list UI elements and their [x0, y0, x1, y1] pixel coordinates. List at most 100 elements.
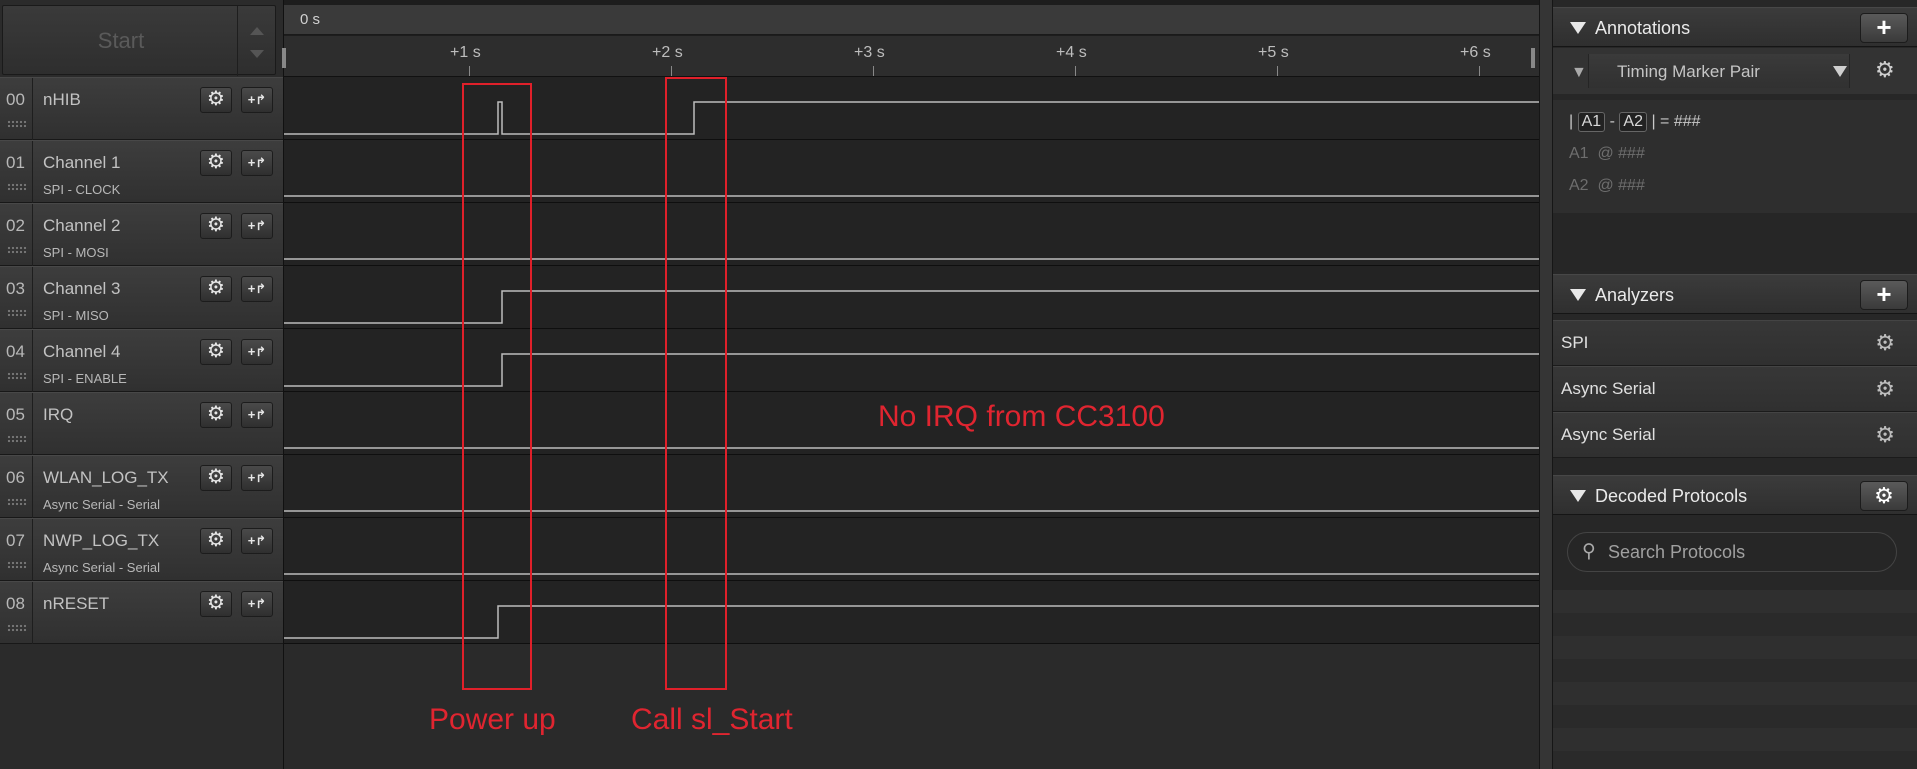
channel-settings-button[interactable]: ⚙ — [200, 339, 232, 365]
call-start-label: Call sl_Start — [631, 703, 793, 736]
analyzers-header[interactable]: Analyzers + — [1553, 274, 1917, 314]
channel-settings-button[interactable]: ⚙ — [200, 87, 232, 113]
trigger-edge-button[interactable]: +↱ — [241, 528, 273, 554]
channel-number[interactable]: 06 — [0, 456, 33, 518]
dropdown-arrow-icon[interactable] — [1833, 66, 1847, 77]
drag-handle-icon[interactable] — [7, 561, 27, 569]
channel-number[interactable]: 07 — [0, 519, 33, 581]
channel-name[interactable]: Channel 1 — [43, 153, 121, 173]
channel-analyzer-label: SPI - MISO — [43, 308, 109, 323]
collapse-triangle-icon[interactable] — [1570, 289, 1586, 301]
annotations-header[interactable]: Annotations + — [1553, 7, 1917, 47]
channel-settings-button[interactable]: ⚙ — [200, 276, 232, 302]
marker-type-value: Timing Marker Pair — [1617, 62, 1760, 81]
trigger-edge-button[interactable]: +↱ — [241, 339, 273, 365]
channel-row[interactable]: 05 IRQ ⚙ +↱ — [0, 392, 288, 455]
channel-settings-button[interactable]: ⚙ — [200, 402, 232, 428]
channel-row[interactable]: 01 Channel 1 SPI - CLOCK ⚙ +↱ — [0, 140, 288, 203]
trigger-edge-button[interactable]: +↱ — [241, 87, 273, 113]
analyzer-item[interactable]: Async Serial ⚙ — [1553, 366, 1917, 412]
collapse-triangle-icon[interactable] — [1570, 22, 1586, 34]
trigger-edge-icon: +↱ — [247, 344, 267, 359]
channel-number[interactable]: 01 — [0, 141, 33, 203]
decoded-protocols-settings-button[interactable]: ⚙ — [1860, 481, 1908, 511]
gear-icon: ⚙ — [207, 403, 225, 425]
gear-icon[interactable]: ⚙ — [1875, 57, 1895, 83]
channel-row[interactable]: 07 NWP_LOG_TX Async Serial - Serial ⚙ +↱ — [0, 518, 288, 581]
gear-icon[interactable]: ⚙ — [1875, 330, 1895, 356]
channel-name[interactable]: nHIB — [43, 90, 81, 110]
channel-analyzer-label: SPI - MOSI — [43, 245, 109, 260]
channel-number[interactable]: 04 — [0, 330, 33, 392]
decoded-protocols-title: Decoded Protocols — [1595, 486, 1748, 506]
add-annotation-button[interactable]: + — [1860, 13, 1908, 43]
channel-row[interactable]: 03 Channel 3 SPI - MISO ⚙ +↱ — [0, 266, 288, 329]
marker-type-select[interactable]: Timing Marker Pair — [1588, 54, 1850, 88]
start-button[interactable]: Start — [3, 6, 239, 76]
analyzer-item[interactable]: SPI ⚙ — [1553, 320, 1917, 366]
chevron-down-icon[interactable] — [250, 50, 264, 58]
search-input[interactable] — [1608, 540, 1888, 564]
a2-chip[interactable]: A2 — [1619, 112, 1647, 132]
drag-handle-icon[interactable] — [7, 246, 27, 254]
analyzer-item[interactable]: Async Serial ⚙ — [1553, 412, 1917, 458]
channel-name[interactable]: WLAN_LOG_TX — [43, 468, 169, 488]
channel-settings-button[interactable]: ⚙ — [200, 213, 232, 239]
plus-icon: + — [1876, 12, 1892, 42]
channel-number[interactable]: 08 — [0, 582, 33, 644]
drag-handle-icon[interactable] — [7, 183, 27, 191]
channel-number-label: 00 — [6, 90, 25, 109]
trigger-edge-button[interactable]: +↱ — [241, 465, 273, 491]
channel-name[interactable]: Channel 3 — [43, 279, 121, 299]
channel-number-label: 05 — [6, 405, 25, 424]
power-up-label: Power up — [429, 703, 556, 736]
no-irq-label: No IRQ from CC3100 — [878, 400, 1165, 433]
trigger-edge-button[interactable]: +↱ — [241, 213, 273, 239]
channel-row[interactable]: 02 Channel 2 SPI - MOSI ⚙ +↱ — [0, 203, 288, 266]
channel-number[interactable]: 00 — [0, 78, 33, 140]
pin-icon[interactable]: ▼ — [1571, 64, 1587, 82]
channel-number[interactable]: 02 — [0, 204, 33, 266]
collapse-triangle-icon[interactable] — [1570, 490, 1586, 502]
channel-row[interactable]: 04 Channel 4 SPI - ENABLE ⚙ +↱ — [0, 329, 288, 392]
start-options-spinner[interactable] — [237, 6, 275, 76]
channel-settings-button[interactable]: ⚙ — [200, 150, 232, 176]
timing-marker-details: | A1 - A2 | = ### A1 @ ### A2 @ ### — [1553, 100, 1917, 213]
channel-number-label: 02 — [6, 216, 25, 235]
channel-row[interactable]: 06 WLAN_LOG_TX Async Serial - Serial ⚙ +↱ — [0, 455, 288, 518]
channel-name[interactable]: nRESET — [43, 594, 109, 614]
channel-name[interactable]: Channel 4 — [43, 342, 121, 362]
channel-number-label: 08 — [6, 594, 25, 613]
drag-handle-icon[interactable] — [7, 624, 27, 632]
channel-name[interactable]: Channel 2 — [43, 216, 121, 236]
trigger-edge-button[interactable]: +↱ — [241, 591, 273, 617]
a1-chip[interactable]: A1 — [1577, 112, 1606, 132]
gear-icon: ⚙ — [1874, 483, 1894, 508]
channel-number-label: 06 — [6, 468, 25, 487]
channel-row[interactable]: 08 nRESET ⚙ +↱ — [0, 581, 288, 644]
channel-settings-button[interactable]: ⚙ — [200, 591, 232, 617]
channel-row[interactable]: 00 nHIB ⚙ +↱ — [0, 77, 288, 140]
channel-number[interactable]: 03 — [0, 267, 33, 329]
panel-splitter[interactable] — [1539, 0, 1553, 769]
add-analyzer-button[interactable]: + — [1860, 280, 1908, 310]
gear-icon[interactable]: ⚙ — [1875, 422, 1895, 448]
channel-name[interactable]: IRQ — [43, 405, 73, 425]
protocol-search[interactable]: ⚲ — [1567, 532, 1897, 572]
drag-handle-icon[interactable] — [7, 309, 27, 317]
trigger-edge-button[interactable]: +↱ — [241, 276, 273, 302]
drag-handle-icon[interactable] — [7, 120, 27, 128]
decoded-protocols-header[interactable]: Decoded Protocols ⚙ — [1553, 475, 1917, 515]
channel-settings-button[interactable]: ⚙ — [200, 528, 232, 554]
gear-icon[interactable]: ⚙ — [1875, 376, 1895, 402]
channel-number[interactable]: 05 — [0, 393, 33, 455]
trigger-edge-button[interactable]: +↱ — [241, 150, 273, 176]
drag-handle-icon[interactable] — [7, 435, 27, 443]
drag-handle-icon[interactable] — [7, 498, 27, 506]
drag-handle-icon[interactable] — [7, 372, 27, 380]
channel-name[interactable]: NWP_LOG_TX — [43, 531, 159, 551]
start-control: Start — [2, 5, 276, 76]
channel-settings-button[interactable]: ⚙ — [200, 465, 232, 491]
trigger-edge-button[interactable]: +↱ — [241, 402, 273, 428]
chevron-up-icon[interactable] — [250, 27, 264, 35]
